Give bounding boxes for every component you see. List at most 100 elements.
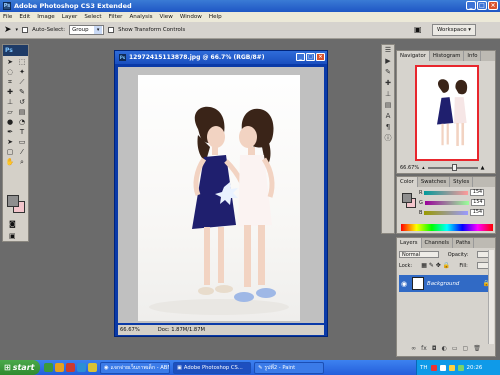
tool-preset-dropdown-icon[interactable]: ▾ — [16, 27, 19, 33]
tab-info[interactable]: Info — [464, 51, 482, 61]
quick-launch-media-icon[interactable] — [66, 363, 75, 372]
layer-row-background[interactable]: ◉ Background 🔒 — [399, 275, 493, 292]
actions-panel-icon[interactable]: ▶ — [382, 56, 394, 67]
lock-icons[interactable]: ▦ ✎ ✥ 🔒 — [421, 262, 450, 269]
gradient-tool-icon[interactable]: ▤ — [16, 107, 28, 117]
tray-update-icon[interactable] — [457, 364, 464, 371]
path-selection-icon[interactable]: ➤ — [4, 137, 16, 147]
quick-launch-browser-icon[interactable] — [77, 363, 86, 372]
blue-channel-slider[interactable] — [424, 210, 469, 215]
green-channel-value[interactable]: 154 — [470, 199, 485, 206]
move-tool-icon[interactable]: ➤ — [4, 57, 16, 67]
menu-file[interactable]: File — [3, 14, 12, 20]
marquee-tool-icon[interactable]: ⬚ — [16, 57, 28, 67]
notes-tool-icon[interactable]: ▢ — [4, 147, 16, 157]
screen-mode-icon[interactable]: ▣ — [9, 232, 23, 240]
info-panel-icon[interactable]: ⓘ — [382, 133, 394, 144]
new-group-icon[interactable]: ▭ — [452, 345, 458, 354]
brushes-panel-icon[interactable]: ✎ — [382, 67, 394, 78]
move-tool-icon[interactable]: ➤ — [4, 25, 12, 35]
tab-paths[interactable]: Paths — [453, 238, 475, 248]
menu-view[interactable]: View — [160, 14, 173, 20]
workspace-button[interactable]: Workspace ▾ — [432, 24, 476, 36]
tab-color[interactable]: Color — [397, 177, 418, 187]
hand-tool-icon[interactable]: ✋ — [4, 157, 16, 167]
layer-mask-icon[interactable]: ◘ — [432, 345, 437, 354]
quick-launch-chrome-icon[interactable] — [88, 363, 97, 372]
menu-edit[interactable]: Edit — [19, 14, 30, 20]
blur-tool-icon[interactable]: ● — [4, 117, 16, 127]
blue-channel-value[interactable]: 154 — [470, 209, 485, 216]
bridge-icon[interactable]: ▣ — [414, 25, 426, 35]
history-panel-icon[interactable]: ☰ — [382, 45, 394, 56]
zoom-tool-icon[interactable]: ⌕ — [16, 157, 28, 167]
red-channel-value[interactable]: 154 — [470, 189, 485, 196]
type-tool-icon[interactable]: T — [16, 127, 28, 137]
quick-mask-icon[interactable]: ◙ — [9, 220, 23, 228]
lasso-tool-icon[interactable]: ◌ — [4, 67, 16, 77]
tab-swatches[interactable]: Swatches — [418, 177, 451, 187]
tray-volume-icon[interactable] — [448, 364, 455, 371]
layer-name[interactable]: Background — [427, 281, 459, 287]
quick-launch-desktop-icon[interactable] — [44, 363, 53, 372]
tab-layers[interactable]: Layers — [397, 238, 422, 248]
magic-wand-icon[interactable]: ✦ — [16, 67, 28, 77]
color-spectrum-bar[interactable] — [401, 224, 493, 231]
green-channel-slider[interactable] — [424, 200, 469, 205]
zoom-out-icon[interactable]: ▴ — [422, 165, 425, 171]
layer-comps-icon[interactable]: ▤ — [382, 100, 394, 111]
color-foreground-swatch[interactable] — [402, 193, 412, 203]
character-panel-icon[interactable]: A — [382, 111, 394, 122]
healing-brush-icon[interactable]: ✚ — [4, 87, 16, 97]
clone-source-icon[interactable]: ⊥ — [382, 89, 394, 100]
eraser-tool-icon[interactable]: ▱ — [4, 107, 16, 117]
dodge-tool-icon[interactable]: ◔ — [16, 117, 28, 127]
canvas-area[interactable] — [118, 67, 324, 323]
menu-window[interactable]: Window — [180, 14, 202, 20]
menu-help[interactable]: Help — [209, 14, 222, 20]
blend-mode-dropdown[interactable]: Normal — [399, 251, 439, 258]
menu-filter[interactable]: Filter — [109, 14, 123, 20]
task-photoshop[interactable]: ▣ Adobe Photoshop CS... — [173, 361, 251, 374]
zoom-slider-knob[interactable] — [452, 164, 458, 171]
tray-antivirus-icon[interactable] — [430, 364, 437, 371]
history-brush-icon[interactable]: ↺ — [16, 97, 28, 107]
doc-minimize-button[interactable]: _ — [296, 53, 305, 61]
doc-close-button[interactable]: × — [316, 53, 325, 61]
document-size[interactable]: Doc: 1.87M/1.87M — [158, 327, 205, 333]
document-title-bar[interactable]: Ps 12972415113878.jpg @ 66.7% (RGB/8#) _… — [115, 51, 327, 64]
navigator-preview[interactable] — [415, 65, 479, 161]
slice-tool-icon[interactable]: ⟋ — [16, 77, 28, 87]
paragraph-panel-icon[interactable]: ¶ — [382, 122, 394, 133]
clock[interactable]: 20:26 — [467, 365, 483, 371]
menu-layer[interactable]: Layer — [62, 14, 78, 20]
language-indicator[interactable]: TH — [420, 365, 428, 371]
tab-navigator[interactable]: Navigator — [397, 51, 430, 61]
layers-scrollbar[interactable] — [488, 250, 494, 344]
document-zoom[interactable]: 66.67% — [120, 327, 140, 333]
adjustment-layer-icon[interactable]: ◐ — [442, 345, 447, 354]
menu-select[interactable]: Select — [84, 14, 101, 20]
navigator-zoom-value[interactable]: 66.67% — [400, 165, 419, 171]
layer-style-icon[interactable]: fx — [421, 345, 427, 354]
tool-presets-icon[interactable]: ✚ — [382, 78, 394, 89]
quick-launch-folder-icon[interactable] — [55, 363, 64, 372]
visibility-eye-icon[interactable]: ◉ — [401, 280, 409, 288]
close-button[interactable]: × — [488, 1, 498, 10]
tab-histogram[interactable]: Histogram — [430, 51, 465, 61]
photo-canvas[interactable] — [138, 75, 300, 321]
task-paint[interactable]: ✎ รูปที่2 - Paint — [254, 361, 324, 374]
show-transform-checkbox[interactable] — [108, 27, 115, 33]
doc-maximize-button[interactable]: □ — [306, 53, 315, 61]
trash-icon[interactable]: 🗑 — [473, 345, 481, 354]
new-layer-icon[interactable]: ▢ — [463, 345, 469, 354]
maximize-button[interactable]: □ — [477, 1, 487, 10]
tray-network-icon[interactable] — [439, 364, 446, 371]
clone-stamp-icon[interactable]: ⊥ — [4, 97, 16, 107]
pen-tool-icon[interactable]: ✒ — [4, 127, 16, 137]
eyedropper-icon[interactable]: ⁄ — [16, 147, 28, 157]
auto-select-dropdown[interactable]: Group ▾ — [69, 25, 105, 35]
foreground-color-swatch[interactable] — [7, 195, 19, 207]
tab-channels[interactable]: Channels — [422, 238, 454, 248]
brush-tool-icon[interactable]: ✎ — [16, 87, 28, 97]
